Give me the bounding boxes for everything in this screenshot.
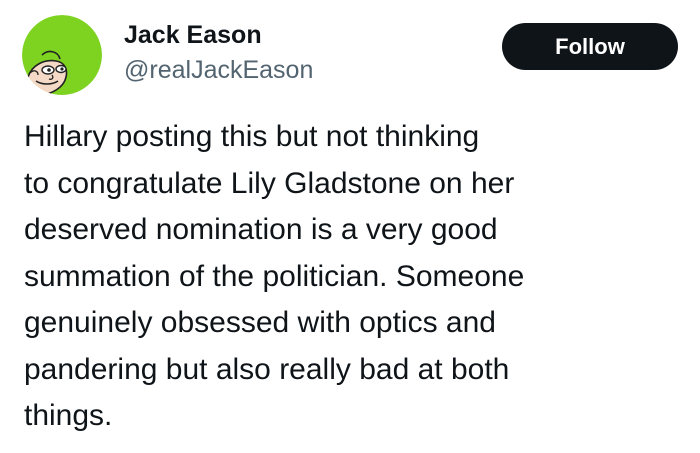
author-display-name[interactable]: Jack Eason xyxy=(124,20,262,50)
tweet-text-line: summation of the politician. Someone xyxy=(24,259,525,293)
tweet-text-line: genuinely obsessed with optics and xyxy=(24,306,496,339)
tweet-text-line: to congratulate Lily Gladstone on her xyxy=(24,166,515,200)
author-avatar[interactable] xyxy=(22,15,102,95)
follow-button[interactable]: Follow xyxy=(502,23,678,70)
tweet-text: Hillary posting this but not thinking to… xyxy=(24,114,684,440)
tweet-card: Jack Eason @realJackEason Follow Hillary… xyxy=(0,0,700,453)
tweet-text-line: things. xyxy=(24,399,113,432)
author-handle[interactable]: @realJackEason xyxy=(124,55,313,85)
cartoon-face-avatar-icon xyxy=(22,15,102,95)
tweet-text-line: pandering but also really bad at both xyxy=(24,352,510,386)
tweet-text-line: Hillary posting this but not thinking xyxy=(24,120,480,153)
tweet-text-line: deserved nomination is a very good xyxy=(24,213,498,246)
